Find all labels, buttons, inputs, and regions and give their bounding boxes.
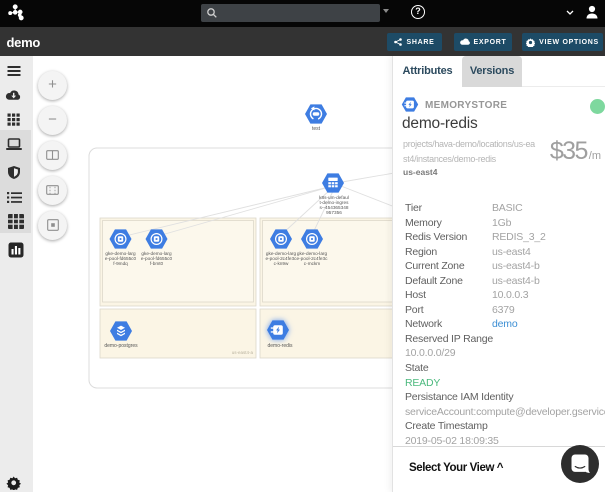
svg-text:f-9mdq: f-9mdq (113, 261, 128, 266)
svg-text:f-bmt0: f-bmt0 (150, 261, 164, 266)
svg-text:test: test (312, 126, 321, 132)
svg-text:demo-redis: demo-redis (267, 343, 293, 349)
svg-text:demo-postgres: demo-postgres (104, 343, 138, 349)
svg-text:c-mckm: c-mckm (304, 261, 320, 266)
svg-text:us-east4-a: us-east4-a (232, 350, 254, 355)
svg-text:c-kn9w: c-kn9w (274, 261, 289, 266)
svg-text:957356: 957356 (326, 210, 342, 215)
